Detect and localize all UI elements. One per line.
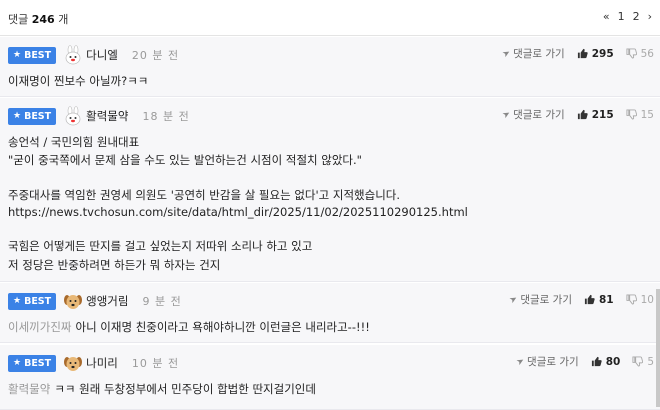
- comment-text-line: 저 정당은 반중하려면 하든가 뭐 하자는 건지: [8, 258, 221, 272]
- comment-time: 9 분 전: [142, 295, 182, 308]
- thumbs-down-icon: [632, 356, 644, 367]
- best-badge: ★ BEST: [8, 354, 57, 372]
- comment-item: ★ BEST 앵앵거림 9 분 전 ➤ 댓글로 가기 81 10 이세끼가진짜 아니 …: [0, 283, 660, 343]
- upvote-count: 81: [599, 293, 614, 306]
- upvote-button[interactable]: 80: [591, 355, 621, 368]
- comment-item: ★ BEST 다니엘 20 분 전 ➤ 댓글로 가기 295 56 이재명이 찐보수…: [0, 37, 660, 97]
- comment-text-content: 아니 이재명 친중이라고 욕해야하니깐 이런글은 내리라고--!!!: [75, 320, 370, 334]
- comment-item: ★ BEST 나미리 10 분 전 ➤ 댓글로 가기 80 5 활력물약 ㅋㅋ 원래 …: [0, 345, 660, 410]
- comments-header: 댓글 246 개 « 1 2 ›: [0, 0, 660, 36]
- upvote-button[interactable]: 81: [584, 294, 614, 306]
- thumbs-down-icon: [626, 294, 637, 305]
- dog-icon: [63, 353, 83, 373]
- best-badge: ★ BEST: [8, 107, 57, 125]
- comment-text-line: 주중대사를 역임한 권영세 의원도 '공연히 반감을 살 필요는 없다'고 지적…: [8, 188, 401, 202]
- upvote-count: 80: [605, 355, 621, 368]
- scrollbar[interactable]: [656, 289, 660, 407]
- comment-text-line: 국힘은 어떻게든 딴지를 걸고 싶었는지 저따위 소리나 하고 있고: [8, 239, 313, 253]
- comment-text-line: 송언석 / 국민의힘 원내대표: [8, 135, 140, 149]
- comment-count-label: 댓글: [8, 13, 29, 26]
- downvote-count: 10: [640, 293, 654, 306]
- downvote-button[interactable]: 15: [626, 109, 654, 121]
- comment-text: 이재명이 찐보수 아닐까?ㅋㅋ: [8, 74, 149, 88]
- best-badge: ★ BEST: [8, 46, 57, 64]
- thumbs-down-icon: [626, 48, 637, 59]
- thumbs-up-icon: [584, 294, 595, 305]
- comment-item: ★ BEST 활력물약 18 분 전 ➤ 댓글로 가기 215 15 송언석 / 국…: [0, 98, 660, 282]
- comment-count: 댓글 246 개: [8, 11, 68, 27]
- send-icon: ➤: [500, 108, 513, 121]
- comment-time: 10 분 전: [131, 357, 180, 370]
- comment-nickname[interactable]: 활력물약: [86, 108, 128, 124]
- thumbs-up-icon: [577, 109, 588, 120]
- bunny-icon: [63, 45, 83, 65]
- star-icon: ★: [13, 296, 22, 306]
- comment-link[interactable]: https://news.tvchosun.com/site/data/html…: [8, 205, 468, 219]
- upvote-button[interactable]: 215: [577, 109, 614, 121]
- first-page-icon[interactable]: «: [603, 10, 610, 23]
- go-to-reply-label: 댓글로 가기: [513, 109, 565, 121]
- upvote-count: 295: [591, 47, 614, 60]
- best-label: BEST: [24, 357, 52, 369]
- upvote-button[interactable]: 295: [577, 48, 614, 60]
- go-to-reply-link[interactable]: ➤ 댓글로 가기: [507, 292, 572, 307]
- comment-count-value: 246: [31, 13, 55, 26]
- bunny-icon: [63, 106, 83, 126]
- best-label: BEST: [24, 110, 52, 122]
- comment-text: 이세끼가진짜 아니 이재명 친중이라고 욕해야하니깐 이런글은 내리라고--!!!: [8, 319, 370, 335]
- downvote-count: 5: [647, 355, 654, 368]
- downvote-button[interactable]: 5: [632, 356, 654, 368]
- thumbs-up-icon: [591, 356, 602, 367]
- upvote-count: 215: [591, 108, 614, 121]
- send-icon: ➤: [500, 47, 513, 60]
- mention-link[interactable]: 이세끼가진짜: [8, 320, 71, 334]
- go-to-reply-link[interactable]: ➤ 댓글로 가기: [514, 354, 579, 369]
- comment-count-unit: 개: [58, 13, 69, 26]
- mention-link[interactable]: 활력물약: [8, 382, 50, 396]
- downvote-button[interactable]: 56: [626, 48, 654, 60]
- comment-nickname[interactable]: 앵앵거림: [86, 293, 128, 309]
- comment-nickname[interactable]: 다니엘: [86, 47, 118, 63]
- comment-text-line: "굳이 중국쪽에서 문제 삼을 수도 있는 발언하는건 시점이 적절치 않았다.…: [8, 153, 362, 167]
- thumbs-up-icon: [577, 48, 588, 59]
- page-2-link[interactable]: 2: [633, 10, 640, 23]
- comment-time: 18 분 전: [142, 110, 190, 123]
- best-label: BEST: [24, 295, 52, 307]
- best-label: BEST: [24, 49, 52, 61]
- go-to-reply-label: 댓글로 가기: [513, 48, 565, 60]
- downvote-count: 15: [640, 108, 654, 121]
- go-to-reply-label: 댓글로 가기: [527, 356, 579, 368]
- best-badge: ★ BEST: [8, 292, 57, 310]
- next-page-icon[interactable]: ›: [648, 10, 652, 23]
- send-icon: ➤: [514, 355, 527, 368]
- downvote-count: 56: [640, 47, 654, 60]
- send-icon: ➤: [507, 293, 520, 306]
- dog-icon: [63, 291, 83, 311]
- comment-nickname[interactable]: 나미리: [86, 355, 118, 371]
- go-to-reply-link[interactable]: ➤ 댓글로 가기: [500, 107, 565, 122]
- star-icon: ★: [13, 50, 22, 60]
- comment-time: 20 분 전: [131, 49, 180, 62]
- comment-text: 활력물약 ㅋㅋ 원래 두창정부에서 민주당이 합법한 딴지걸기인데: [8, 381, 316, 397]
- comment-text-content: ㅋㅋ 원래 두창정부에서 민주당이 합법한 딴지걸기인데: [54, 382, 316, 396]
- pagination: « 1 2 ›: [603, 10, 652, 23]
- go-to-reply-label: 댓글로 가기: [520, 294, 572, 306]
- downvote-button[interactable]: 10: [626, 294, 654, 306]
- star-icon: ★: [13, 358, 22, 368]
- star-icon: ★: [13, 111, 22, 121]
- page-1-link[interactable]: 1: [618, 10, 625, 23]
- thumbs-down-icon: [626, 109, 637, 120]
- go-to-reply-link[interactable]: ➤ 댓글로 가기: [500, 46, 565, 61]
